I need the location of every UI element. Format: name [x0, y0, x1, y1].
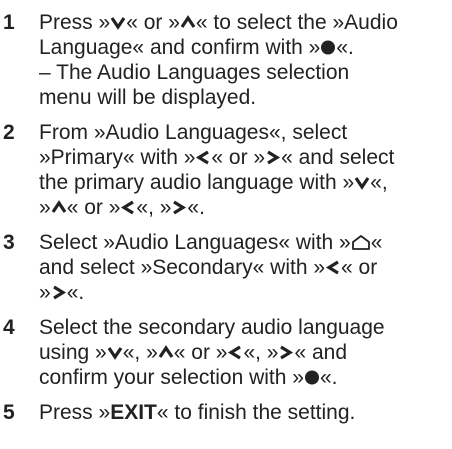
text-segment: « and — [294, 341, 348, 364]
text-segment: «, » — [243, 341, 279, 364]
text-segment: «. — [187, 196, 205, 219]
step-text-line: – The Audio Languages selection — [39, 60, 439, 85]
up-arrow-icon — [180, 10, 196, 35]
text-segment: Language« and confirm with » — [39, 36, 321, 59]
text-segment: Select »Audio Languages« with » — [39, 231, 351, 254]
text-segment: Select the secondary audio language — [39, 316, 385, 339]
text-segment: « or » — [173, 341, 228, 364]
right-arrow-icon — [51, 280, 67, 305]
step-text-line: confirm your selection with » «. — [39, 365, 439, 390]
step-text-line: the primary audio language with » «, — [39, 170, 439, 195]
step-item: 4 Select the secondary audio language usin… — [0, 315, 452, 390]
step-text-line: and select »Secondary« with » « or — [39, 255, 439, 280]
step-text-line: Press » « or » « to select the »Audio — [39, 10, 439, 35]
left-arrow-icon — [195, 145, 211, 170]
text-segment: From »Audio Languages«, select — [39, 121, 348, 144]
step-text-line: Select the secondary audio language — [39, 315, 439, 340]
text-segment: « or » — [126, 11, 180, 34]
text-segment: «. — [336, 36, 354, 59]
text-segment: «. — [319, 366, 338, 389]
down-arrow-icon — [110, 10, 126, 35]
step-text-line: From »Audio Languages«, select — [39, 120, 439, 145]
exit-button-label: EXIT — [110, 401, 157, 424]
step-number: 1 — [3, 11, 15, 34]
step-text-line: Select »Audio Languages« with » « — [39, 230, 439, 255]
text-segment: Press » — [39, 11, 111, 34]
text-segment: Press » — [39, 401, 111, 424]
down-arrow-icon — [354, 170, 370, 195]
step-text: Select »Audio Languages« with » «and sele… — [39, 230, 439, 305]
step-number: 2 — [3, 121, 15, 144]
step-number: 3 — [3, 231, 15, 254]
text-segment: confirm your selection with » — [39, 366, 304, 389]
text-segment: «, » — [136, 196, 172, 219]
right-arrow-icon — [265, 145, 281, 170]
text-segment: » — [39, 196, 51, 219]
step-text-line: »Primary« with » « or » « and select — [39, 145, 439, 170]
step-text-line: using » «, » « or » «, » « and — [39, 340, 439, 365]
left-arrow-icon — [120, 195, 136, 220]
text-segment: « — [370, 231, 383, 254]
ok-button-icon — [320, 35, 336, 60]
text-segment: «, — [370, 171, 388, 194]
step-number: 4 — [3, 316, 15, 339]
right-arrow-icon — [171, 195, 187, 220]
step-text-line: Language« and confirm with » «. — [39, 35, 439, 60]
step-text: Press »EXIT« to finish the setting. — [39, 400, 439, 425]
text-segment: «, » — [122, 341, 158, 364]
up-arrow-icon — [158, 340, 174, 365]
step-text-line: Press »EXIT« to finish the setting. — [39, 400, 439, 425]
text-segment: « or » — [66, 196, 121, 219]
text-segment: menu will be displayed. — [39, 86, 257, 109]
step-text-line: » « or » «, » «. — [39, 195, 439, 220]
ok-button-icon — [304, 365, 320, 390]
text-segment: «. — [66, 281, 85, 304]
text-segment: « to finish the setting. — [156, 401, 356, 424]
text-segment: – The Audio Languages selection — [39, 61, 350, 84]
right-arrow-icon — [278, 340, 294, 365]
step-text: From »Audio Languages«, select »Primary« … — [39, 120, 439, 220]
text-segment: « and select — [281, 146, 395, 169]
step-item: 5 Press »EXIT« to finish the setting. — [0, 400, 452, 425]
up-arrow-icon — [51, 195, 67, 220]
step-text-line: » «. — [39, 280, 439, 305]
step-text: Select the secondary audio language using… — [39, 315, 439, 390]
text-segment: » — [39, 281, 51, 304]
step-item: 1 Press » « or » « to select the »Audio Lang… — [0, 10, 452, 110]
text-segment: « or » — [211, 146, 266, 169]
instruction-document: 1 Press » « or » « to select the »Audio Lang… — [0, 0, 452, 449]
text-segment: « to select the »Audio — [195, 11, 398, 34]
left-arrow-icon — [227, 340, 243, 365]
text-segment: « or — [341, 256, 378, 279]
step-number: 5 — [3, 401, 15, 424]
left-arrow-icon — [325, 255, 341, 280]
step-text-line: menu will be displayed. — [39, 85, 439, 110]
down-arrow-icon — [107, 340, 123, 365]
step-item: 2 From »Audio Languages«, select »Primary«… — [0, 120, 452, 220]
text-segment: and select »Secondary« with » — [39, 256, 326, 279]
step-text: Press » « or » « to select the »Audio Langu… — [39, 10, 439, 110]
home-icon — [351, 230, 371, 255]
text-segment: the primary audio language with » — [39, 171, 355, 194]
text-segment: »Primary« with » — [39, 146, 196, 169]
step-item: 3 Select »Audio Languages« with » «and sel… — [0, 230, 452, 305]
text-segment: using » — [39, 341, 107, 364]
